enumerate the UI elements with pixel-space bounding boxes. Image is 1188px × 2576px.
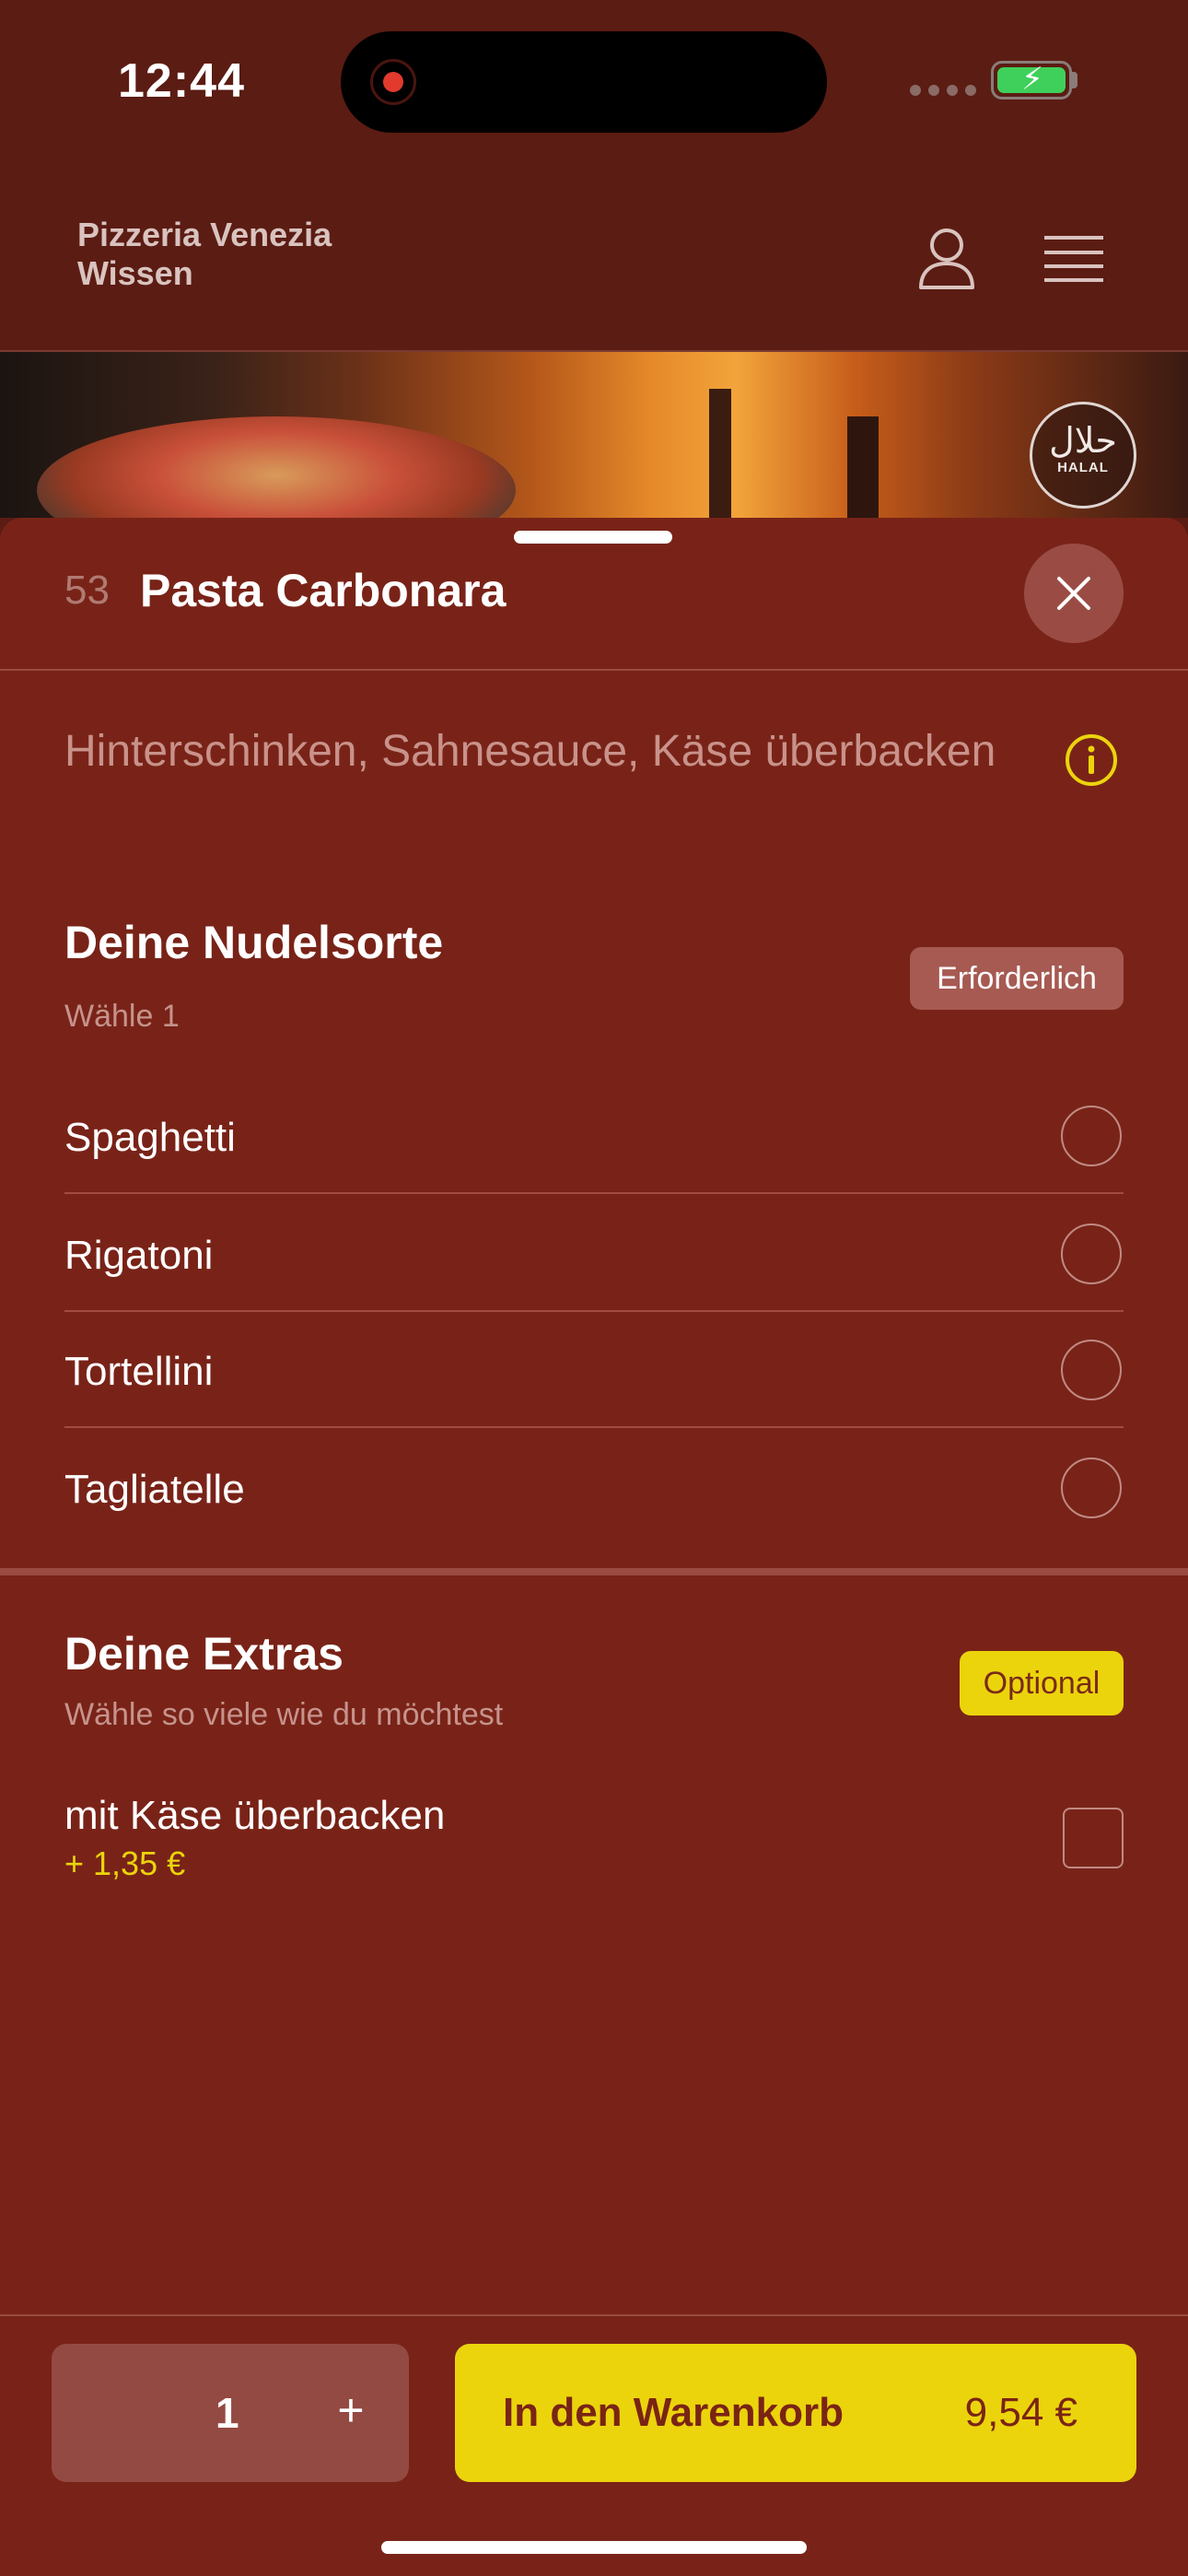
battery-cap	[1072, 72, 1077, 88]
quantity-stepper: 1 +	[52, 2344, 409, 2482]
extra-label: mit Käse überbacken	[64, 1793, 446, 1838]
option-label: Rigatoni	[64, 1233, 214, 1278]
status-bar: 12:44 ⚡	[0, 0, 1188, 157]
radio-button[interactable]	[1061, 1106, 1122, 1166]
restaurant-name-line1: Pizzeria Venezia	[77, 216, 332, 253]
battery-icon: ⚡	[991, 61, 1072, 100]
radio-button[interactable]	[1061, 1458, 1122, 1518]
divider	[0, 2314, 1188, 2316]
extras-section-title: Deine Extras	[64, 1628, 344, 1680]
oven-log	[847, 416, 879, 518]
halal-arabic: حلال	[1049, 420, 1117, 461]
home-indicator[interactable]	[381, 2541, 807, 2554]
noodle-option-spaghetti[interactable]: Spaghetti	[64, 1078, 1124, 1194]
cart-total-price: 9,54 €	[964, 2390, 1077, 2435]
noodle-section-subtitle: Wähle 1	[64, 999, 180, 1034]
app-header: Pizzeria Venezia Wissen	[0, 157, 1188, 352]
section-divider	[0, 1568, 1188, 1575]
radio-button[interactable]	[1061, 1224, 1122, 1284]
noodle-option-tagliatelle[interactable]: Tagliatelle	[64, 1430, 1124, 1546]
add-to-cart-label: In den Warenkorb	[503, 2390, 844, 2435]
status-time: 12:44	[118, 54, 245, 108]
quantity-value: 1	[215, 2389, 239, 2437]
signal-icon	[910, 85, 976, 96]
halal-badge-icon: حلال HALAL	[1030, 402, 1136, 509]
close-button[interactable]	[1024, 544, 1124, 643]
checkbox[interactable]	[1063, 1808, 1124, 1868]
option-label: Tagliatelle	[64, 1467, 245, 1512]
hamburger-menu-icon[interactable]	[1044, 234, 1103, 284]
extra-price: + 1,35 €	[64, 1844, 186, 1882]
oven-log	[709, 389, 731, 518]
noodle-section-title: Deine Nudelsorte	[64, 917, 444, 968]
divider	[64, 1426, 1124, 1428]
user-account-icon[interactable]	[917, 225, 976, 291]
required-badge: Erforderlich	[910, 947, 1124, 1010]
restaurant-name-line2: Wissen	[77, 254, 193, 292]
increment-button[interactable]: +	[328, 2384, 374, 2436]
pizza-image	[37, 416, 516, 518]
divider	[64, 1192, 1124, 1194]
option-label: Tortellini	[64, 1349, 214, 1394]
add-to-cart-button[interactable]: In den Warenkorb 9,54 €	[455, 2344, 1136, 2482]
extra-option-cheese[interactable]: mit Käse überbacken + 1,35 €	[64, 1793, 1124, 1903]
hero-image	[0, 352, 1188, 518]
product-sheet: 53 Pasta Carbonara Hinterschinken, Sahne…	[0, 518, 1188, 2576]
extras-section-subtitle: Wähle so viele wie du möchtest	[64, 1697, 504, 1732]
close-icon	[1057, 577, 1090, 610]
item-title: Pasta Carbonara	[140, 565, 507, 616]
noodle-option-tortellini[interactable]: Tortellini	[64, 1312, 1124, 1428]
item-number: 53	[64, 568, 110, 613]
optional-badge: Optional	[960, 1651, 1124, 1715]
option-label: Spaghetti	[64, 1115, 236, 1160]
restaurant-name[interactable]: Pizzeria Venezia Wissen	[77, 216, 446, 293]
noodle-option-rigatoni[interactable]: Rigatoni	[64, 1196, 1124, 1312]
info-icon[interactable]	[1065, 733, 1118, 787]
item-description: Hinterschinken, Sahnesauce, Käse überbac…	[64, 727, 996, 776]
divider	[0, 669, 1188, 671]
recording-indicator-icon	[370, 59, 416, 105]
halal-latin: HALAL	[1057, 460, 1109, 475]
radio-button[interactable]	[1061, 1340, 1122, 1400]
sheet-grabber[interactable]	[514, 531, 672, 544]
dynamic-island	[341, 31, 827, 133]
